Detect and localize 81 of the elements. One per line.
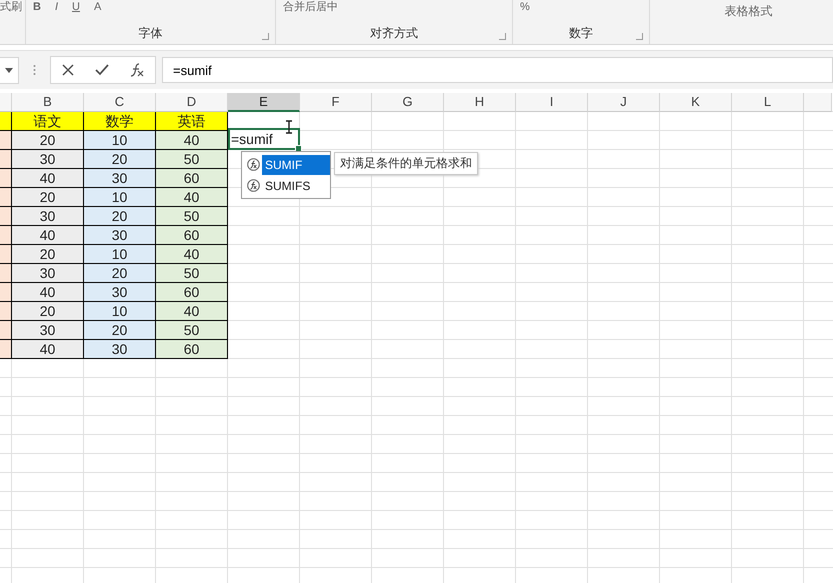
table-cell: 20 [12, 302, 84, 321]
table-cell: 30 [12, 150, 84, 169]
table-cell: 10 [84, 131, 156, 150]
toolbar-button[interactable]: % [517, 0, 533, 14]
group-label: 对齐方式 [370, 24, 418, 42]
column-header[interactable] [804, 93, 832, 112]
table-cell: 50 [156, 264, 228, 283]
tooltip: 对满足条件的单元格求和 [334, 152, 478, 175]
column-header[interactable]: C [84, 93, 156, 112]
function-icon[interactable] [130, 63, 144, 77]
dialog-launcher-icon[interactable] [499, 33, 506, 40]
group-label: 字体 [138, 24, 162, 42]
table-cell: 语文 [12, 112, 84, 131]
toolbar-button[interactable]: U [69, 0, 83, 14]
table-cell: 40 [156, 131, 228, 150]
table-cell: 60 [156, 169, 228, 188]
table-cell: 60 [156, 283, 228, 302]
column-header[interactable]: I [516, 93, 588, 112]
function-icon [247, 179, 260, 192]
table-cell: 30 [12, 264, 84, 283]
table-cell: 40 [12, 226, 84, 245]
table-cell: 20 [12, 245, 84, 264]
table-cell: 30 [12, 321, 84, 340]
table-cell: 数学 [84, 112, 156, 131]
table-cell: 20 [84, 207, 156, 226]
column-header[interactable]: H [444, 93, 516, 112]
autocomplete-item[interactable]: SUMIFS [242, 175, 330, 196]
checkmark-icon[interactable] [94, 64, 109, 76]
table-cell: 10 [84, 302, 156, 321]
table-cell: 40 [12, 340, 84, 359]
column-header[interactable] [0, 93, 12, 112]
table-cell: 40 [156, 188, 228, 207]
table-cell: 30 [84, 283, 156, 302]
table-cell: 40 [156, 302, 228, 321]
table-cell: 30 [84, 169, 156, 188]
table-cell: 20 [84, 264, 156, 283]
column-header[interactable]: D [156, 93, 228, 112]
toolbar-button[interactable]: 合并后居中 [280, 0, 341, 14]
table-cell: 20 [12, 188, 84, 207]
toolbar-button[interactable]: A [90, 0, 104, 14]
table-cell: 20 [12, 131, 84, 150]
caret-icon [5, 68, 13, 72]
formula-input[interactable]: =sumif [162, 57, 833, 83]
text-cursor-icon [285, 120, 293, 134]
column-header[interactable]: L [732, 93, 804, 112]
format-painter-button[interactable]: 式刷 [0, 0, 22, 14]
column-header[interactable]: B [12, 93, 84, 112]
column-header[interactable]: J [588, 93, 660, 112]
toolbar-button[interactable]: B [30, 0, 44, 14]
dialog-launcher-icon[interactable] [636, 33, 643, 40]
table-cell: 30 [84, 340, 156, 359]
table-cell: 40 [12, 283, 84, 302]
table-cell: 60 [156, 340, 228, 359]
table-cell: 50 [156, 150, 228, 169]
cell-text: =sumif [230, 131, 273, 147]
name-box-dropdown[interactable] [0, 56, 19, 84]
table-cell: 40 [12, 169, 84, 188]
column-header[interactable]: G [372, 93, 444, 112]
format-as-table-button[interactable]: 表格格式 [668, 4, 829, 18]
column-header[interactable]: K [660, 93, 732, 112]
toolbar-button[interactable]: I [52, 0, 62, 14]
table-cell: 10 [84, 245, 156, 264]
table-cell: 40 [156, 245, 228, 264]
table-cell: 50 [156, 321, 228, 340]
cancel-icon[interactable] [62, 64, 74, 76]
column-header[interactable]: E [228, 93, 300, 112]
table-cell: 20 [84, 150, 156, 169]
editing-cell[interactable]: =sumif [228, 128, 300, 150]
group-label: 数字 [569, 24, 593, 42]
table-cell: 30 [84, 226, 156, 245]
column-header[interactable]: F [300, 93, 372, 112]
table-cell: 10 [84, 188, 156, 207]
table-cell: 英语 [156, 112, 228, 131]
table-cell [0, 112, 12, 131]
table-cell: 60 [156, 226, 228, 245]
table-cell: 30 [12, 207, 84, 226]
table-cell: 50 [156, 207, 228, 226]
grip-icon [33, 64, 36, 76]
function-icon [247, 158, 260, 171]
dialog-launcher-icon[interactable] [262, 33, 269, 40]
table-cell: 20 [84, 321, 156, 340]
